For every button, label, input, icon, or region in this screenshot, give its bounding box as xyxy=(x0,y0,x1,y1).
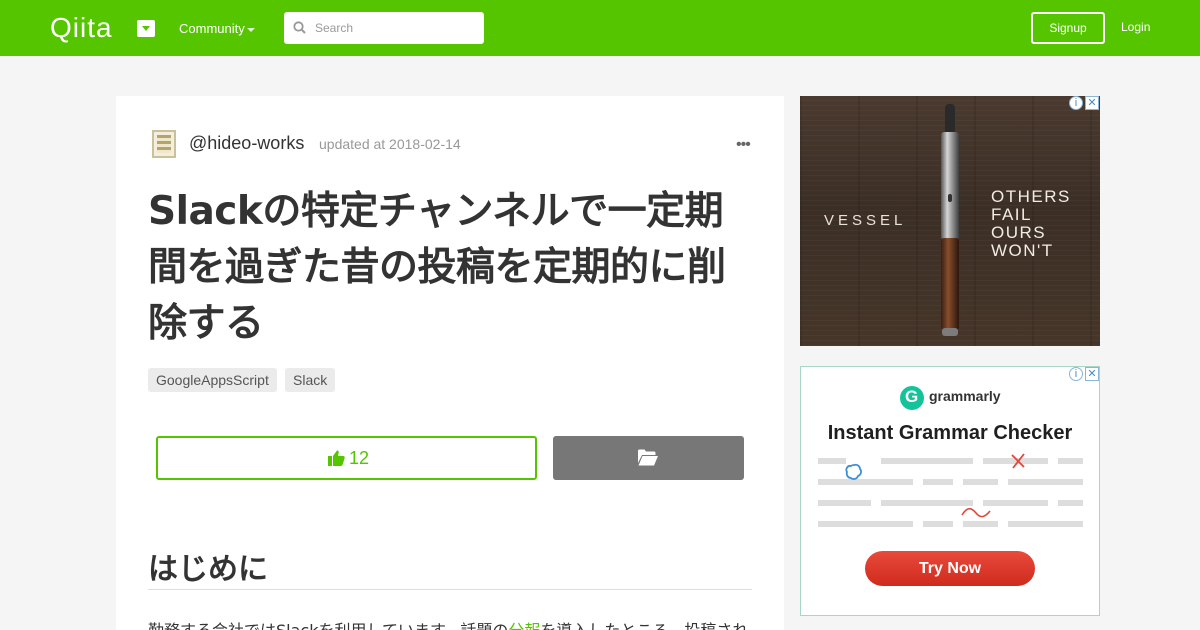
more-options-icon[interactable]: ••• xyxy=(736,136,751,154)
article-body-text: 勤務する会社ではSlackを利用しています。話題の分報を導入したところ、投稿され xyxy=(148,617,752,630)
text-placeholder-line xyxy=(963,479,998,485)
body-text-part: 勤務する会社ではSlackを利用しています。話題の xyxy=(148,621,508,630)
text-placeholder-line xyxy=(923,521,953,527)
ad-info-icon[interactable]: i xyxy=(1069,96,1083,110)
text-placeholder-line xyxy=(1058,458,1083,464)
tagline-line: OTHERS xyxy=(991,187,1071,206)
error-cross-icon xyxy=(1011,453,1025,469)
text-placeholder-line xyxy=(983,500,1048,506)
thumbs-up-icon xyxy=(328,450,345,466)
tagline-line: FAIL xyxy=(991,205,1032,224)
like-button[interactable]: 12 xyxy=(156,436,537,480)
vessel-brand: VESSEL xyxy=(824,212,907,229)
text-placeholder-line xyxy=(1058,500,1083,506)
ad-info-icon[interactable]: i xyxy=(1069,367,1083,381)
text-placeholder-line xyxy=(818,521,913,527)
text-placeholder-line xyxy=(818,458,846,464)
logo-dropdown-icon[interactable] xyxy=(137,20,155,37)
bunpo-link[interactable]: 分報 xyxy=(508,621,540,630)
tagline-line: OURS xyxy=(991,223,1047,242)
vessel-ad[interactable]: i ✕ VESSEL OTHERS FAIL OURS WON'T xyxy=(800,96,1100,346)
text-placeholder-line xyxy=(881,500,973,506)
grammarly-logo-icon: G xyxy=(900,386,924,410)
squiggle-underline-icon xyxy=(961,507,991,518)
grammarly-ad[interactable]: i ✕ G grammarly Instant Grammar Checker … xyxy=(800,366,1100,616)
tag-slack[interactable]: Slack xyxy=(285,368,336,392)
vessel-tagline: OTHERS FAIL OURS WON'T xyxy=(991,188,1071,260)
updated-date: updated at 2018-02-14 xyxy=(319,136,461,152)
ad-close-icon[interactable]: ✕ xyxy=(1085,367,1099,381)
qiita-logo[interactable]: Qiita xyxy=(50,12,113,44)
heading-divider xyxy=(148,589,752,590)
chevron-down-icon xyxy=(247,28,255,32)
text-placeholder-line xyxy=(923,479,953,485)
text-placeholder-line xyxy=(818,479,913,485)
section-heading: はじめに xyxy=(148,552,268,587)
article-title: Slackの特定チャンネルで一定期間を過ぎた昔の投稿を定期的に削除する xyxy=(148,189,726,346)
ad-close-icon[interactable]: ✕ xyxy=(1085,96,1099,110)
signup-button[interactable]: Signup xyxy=(1031,12,1105,44)
avatar[interactable] xyxy=(152,130,176,158)
grammarly-headline: Instant Grammar Checker xyxy=(827,422,1073,444)
text-placeholder-line xyxy=(963,521,998,527)
body-text-part: を導入したところ、投稿され xyxy=(540,621,748,630)
search-input[interactable] xyxy=(310,12,480,44)
text-placeholder-line xyxy=(818,500,871,506)
text-placeholder-line xyxy=(881,458,973,464)
top-header: Qiita Community Signup Login xyxy=(0,0,1200,56)
vaporizer-pen-image xyxy=(941,104,959,336)
like-count: 12 xyxy=(349,448,370,468)
tagline-line: WON'T xyxy=(991,241,1054,260)
folder-open-icon xyxy=(638,449,658,466)
search-icon xyxy=(293,21,306,34)
try-now-button[interactable]: Try Now xyxy=(865,551,1035,586)
login-link[interactable]: Login xyxy=(1121,20,1150,34)
text-placeholder-line xyxy=(1008,479,1083,485)
stock-button[interactable] xyxy=(553,436,744,480)
author-name[interactable]: @hideo-works xyxy=(189,133,304,154)
correction-blob-icon xyxy=(845,463,862,480)
grammarly-logo-letter: G xyxy=(905,387,919,406)
tag-googleappsscript[interactable]: GoogleAppsScript xyxy=(148,368,277,392)
community-menu[interactable]: Community xyxy=(179,21,245,36)
grammarly-brand: grammarly xyxy=(929,388,1001,404)
text-placeholder-line xyxy=(1008,521,1083,527)
